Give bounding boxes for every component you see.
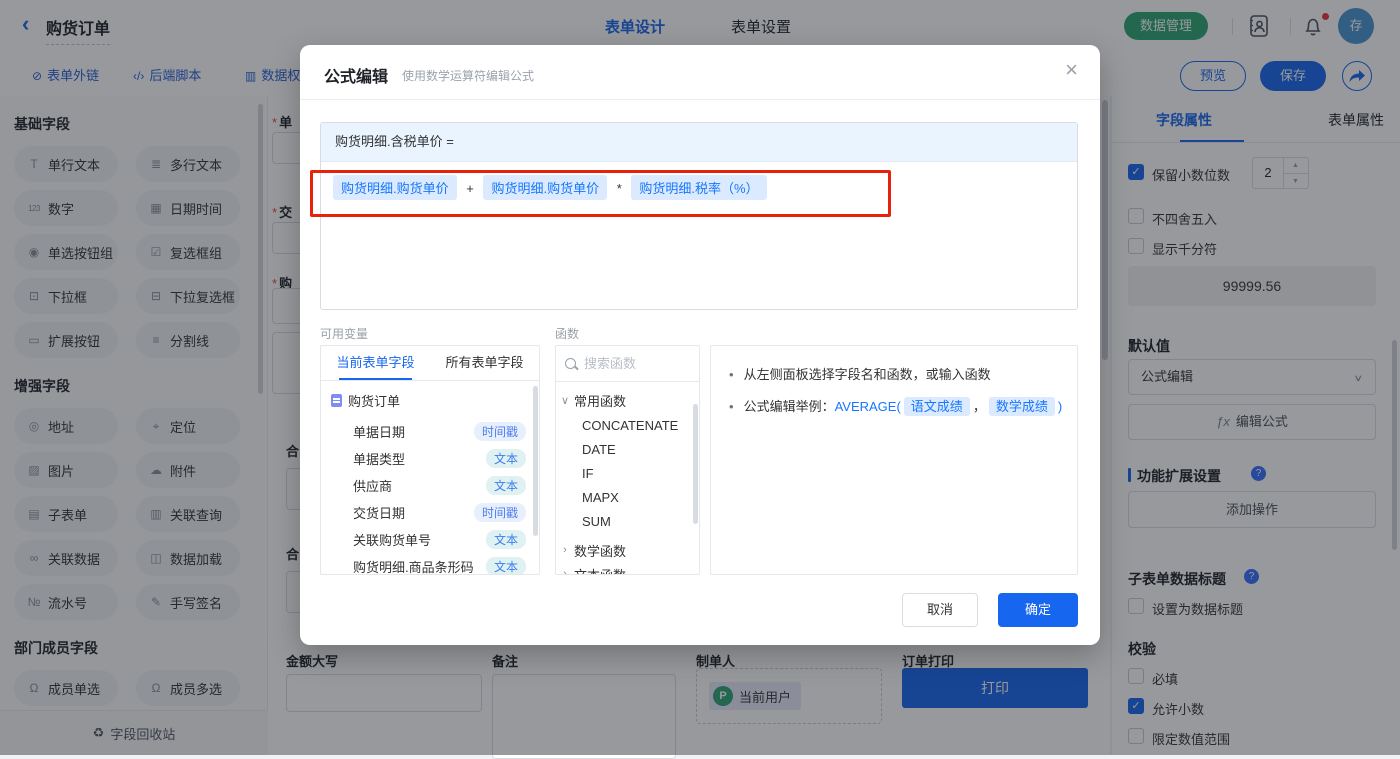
help-panel: • 从左侧面板选择字段名和函数，或输入函数 • 公式编辑举例：AVERAGE(语文成… xyxy=(710,345,1078,575)
variable-row[interactable]: 供应商 文本 xyxy=(321,472,539,498)
tab-all-form-fields[interactable]: 所有表单字段 xyxy=(430,346,539,380)
type-badge: 时间戳 xyxy=(473,421,526,441)
help-line-1: • 从左侧面板选择字段名和函数，或输入函数 xyxy=(729,367,991,382)
variable-row[interactable]: 关联购货单号 文本 xyxy=(321,526,539,552)
tab-current-form-fields[interactable]: 当前表单字段 xyxy=(321,346,430,380)
functions-scrollbar[interactable] xyxy=(693,404,698,524)
variable-row[interactable]: 单据日期 时间戳 xyxy=(321,418,539,444)
caret-right-icon: › xyxy=(563,568,567,575)
help-line-2: • 公式编辑举例：AVERAGE(语文成绩，数学成绩) xyxy=(729,397,1063,416)
type-badge: 文本 xyxy=(485,556,526,574)
formula-edit-modal: 公式编辑 使用数学运算符编辑公式 × 购货明细.含税单价 = 购货明细.购货单价… xyxy=(300,45,1100,645)
function-item[interactable]: SUM xyxy=(582,510,611,534)
cancel-button[interactable]: 取消 xyxy=(902,593,978,627)
function-search xyxy=(556,346,699,382)
type-badge: 文本 xyxy=(485,529,526,549)
bullet-icon: • xyxy=(729,399,734,414)
function-item[interactable]: IF xyxy=(582,462,594,486)
function-item[interactable]: CONCATENATE xyxy=(582,414,678,438)
modal-subtitle: 使用数学运算符编辑公式 xyxy=(402,69,535,83)
function-item[interactable]: MAPX xyxy=(582,486,619,510)
formula-target: 购货明细.含税单价 = xyxy=(321,123,1077,162)
divider xyxy=(300,99,1100,100)
variable-row[interactable]: 单据类型 文本 xyxy=(321,445,539,471)
type-badge: 文本 xyxy=(485,448,526,468)
confirm-button[interactable]: 确定 xyxy=(998,593,1078,627)
close-icon[interactable]: × xyxy=(1065,57,1078,83)
type-badge: 文本 xyxy=(485,475,526,495)
functions-label: 函数 xyxy=(555,327,580,341)
function-group-text[interactable]: › 文本函数 xyxy=(556,562,699,575)
variables-root-node[interactable]: 购货订单 xyxy=(321,381,539,414)
modal-title: 公式编辑 xyxy=(324,69,389,86)
functions-panel: ∨常用函数 CONCATENATE DATE IF MAPX SUM ›数学函数… xyxy=(555,345,700,575)
function-search-input[interactable] xyxy=(582,355,676,372)
function-group-common[interactable]: ∨ 常用函数 xyxy=(556,388,699,412)
type-badge: 时间戳 xyxy=(473,502,526,522)
bullet-icon: • xyxy=(729,367,734,382)
document-icon xyxy=(331,394,342,407)
variables-tabs: 当前表单字段 所有表单字段 xyxy=(321,346,539,381)
variable-row[interactable]: 购货明细.商品条形码 文本 xyxy=(321,553,539,574)
function-item[interactable]: DATE xyxy=(582,438,616,462)
variables-scrollbar[interactable] xyxy=(533,386,538,536)
caret-right-icon: › xyxy=(563,544,567,556)
caret-down-icon: ∨ xyxy=(560,394,570,407)
variables-label: 可用变量 xyxy=(320,327,369,341)
function-group-math[interactable]: › 数学函数 xyxy=(556,538,699,562)
annotation-highlight-rectangle xyxy=(310,170,891,217)
search-icon xyxy=(565,358,576,369)
variables-panel: 当前表单字段 所有表单字段 购货订单 单据日期 时间戳 单据类型 文本 供应商 文本 … xyxy=(320,345,540,575)
variable-row[interactable]: 交货日期 时间戳 xyxy=(321,499,539,525)
